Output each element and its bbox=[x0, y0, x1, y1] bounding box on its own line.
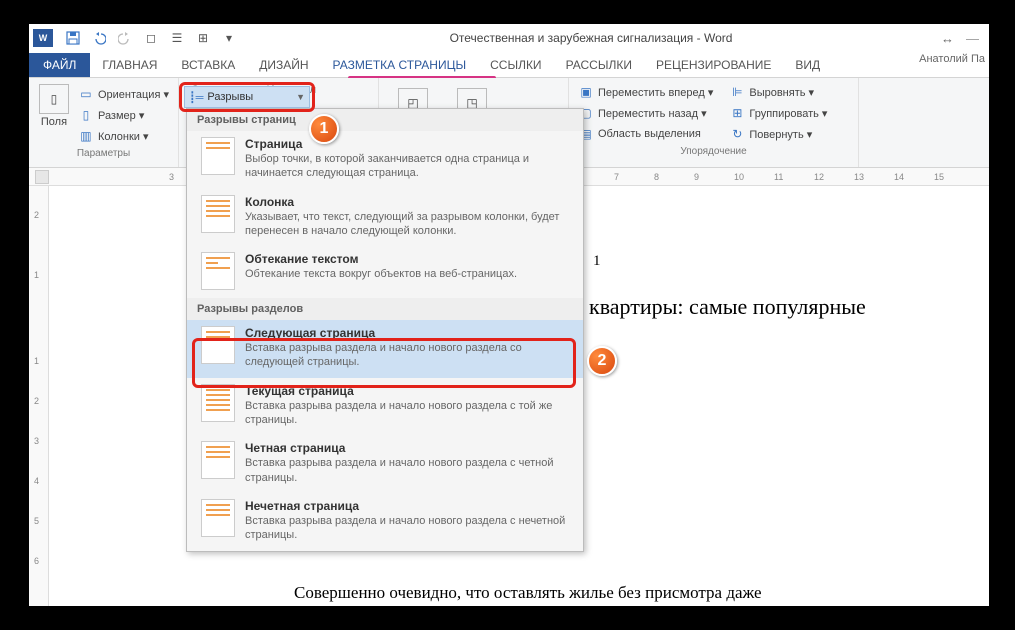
tab-design[interactable]: ДИЗАЙН bbox=[247, 54, 320, 77]
rotate-button[interactable]: ↻Повернуть ▾ bbox=[726, 124, 830, 144]
ruler-corner bbox=[35, 170, 49, 184]
save-icon[interactable] bbox=[61, 27, 85, 49]
odd-page-icon bbox=[201, 499, 235, 537]
columns-icon: ▥ bbox=[78, 128, 94, 144]
break-odd-page-item[interactable]: Нечетная страница Вставка разрыва раздел… bbox=[187, 493, 583, 551]
doc-page-number: 1 bbox=[593, 253, 601, 270]
tab-page-layout[interactable]: РАЗМЕТКА СТРАНИЦЫ bbox=[321, 54, 479, 77]
redo-icon[interactable] bbox=[113, 27, 137, 49]
tab-references[interactable]: ССЫЛКИ bbox=[478, 54, 553, 77]
columns-button[interactable]: ▥Колонки ▾ bbox=[75, 126, 172, 146]
align-icon: ⊫ bbox=[729, 84, 745, 100]
tab-file[interactable]: ФАЙЛ bbox=[29, 53, 90, 77]
section-breaks-header: Разрывы разделов bbox=[187, 298, 583, 320]
next-page-icon bbox=[201, 326, 235, 364]
doc-heading: квартиры: самые популярные bbox=[589, 294, 866, 320]
margins-button[interactable]: ▯ Поля bbox=[35, 80, 73, 146]
tab-view[interactable]: ВИД bbox=[783, 54, 832, 77]
callout-1: 1 bbox=[309, 114, 339, 144]
send-backward-button[interactable]: ▢Переместить назад ▾ bbox=[575, 103, 716, 123]
tab-home[interactable]: ГЛАВНАЯ bbox=[90, 54, 169, 77]
textwrap-break-icon bbox=[201, 252, 235, 290]
word-app-icon: W bbox=[33, 29, 53, 47]
size-button[interactable]: ▯Размер ▾ bbox=[75, 105, 172, 125]
even-page-icon bbox=[201, 441, 235, 479]
break-page-item[interactable]: Страница Выбор точки, в которой заканчив… bbox=[187, 131, 583, 189]
orientation-button[interactable]: ▭Ориентация ▾ bbox=[75, 84, 172, 104]
break-column-item[interactable]: Колонка Указывает, что текст, следующий … bbox=[187, 189, 583, 247]
undo-icon[interactable] bbox=[87, 27, 111, 49]
chevron-down-icon: ▼ bbox=[296, 92, 305, 102]
bring-forward-button[interactable]: ▣Переместить вперед ▾ bbox=[575, 82, 716, 102]
break-next-page-item[interactable]: Следующая страница Вставка разрыва разде… bbox=[187, 320, 583, 378]
tab-review[interactable]: РЕЦЕНЗИРОВАНИЕ bbox=[644, 54, 783, 77]
document-title: Отечественная и зарубежная сигнализация … bbox=[241, 31, 941, 45]
qat-icon-4[interactable]: ◻ bbox=[139, 27, 163, 49]
doc-body: Совершенно очевидно, что оставлять жилье… bbox=[294, 583, 762, 603]
breaks-button[interactable]: ┋═ Разрывы ▼ bbox=[184, 86, 310, 108]
group-icon: ⊞ bbox=[729, 105, 745, 121]
forward-icon: ▣ bbox=[578, 84, 594, 100]
breaks-label: Разрывы bbox=[207, 91, 253, 103]
tab-mailings[interactable]: РАССЫЛКИ bbox=[554, 54, 644, 77]
qat-icon-5[interactable]: ☰ bbox=[165, 27, 189, 49]
minimize-icon[interactable]: — bbox=[966, 31, 979, 46]
break-text-wrapping-item[interactable]: Обтекание текстом Обтекание текста вокру… bbox=[187, 246, 583, 298]
breaks-icon: ┋═ bbox=[189, 91, 203, 104]
qat-icon-7[interactable]: ▾ bbox=[217, 27, 241, 49]
margins-icon: ▯ bbox=[39, 84, 69, 114]
breaks-dropdown: Разрывы страниц Страница Выбор точки, в … bbox=[186, 108, 584, 552]
arrange-group-label: Упорядочение bbox=[575, 144, 852, 157]
page-break-icon bbox=[201, 137, 235, 175]
break-even-page-item[interactable]: Четная страница Вставка разрыва раздела … bbox=[187, 435, 583, 493]
margins-label: Поля bbox=[41, 116, 67, 128]
page-breaks-header: Разрывы страниц bbox=[187, 109, 583, 131]
qat-icon-6[interactable]: ⊞ bbox=[191, 27, 215, 49]
group-button[interactable]: ⊞Группировать ▾ bbox=[726, 103, 830, 123]
callout-2: 2 bbox=[587, 346, 617, 376]
selection-pane-button[interactable]: ▤Область выделения bbox=[575, 124, 716, 144]
orientation-icon: ▭ bbox=[78, 86, 94, 102]
page-setup-group-label: Параметры bbox=[35, 146, 172, 159]
vertical-ruler[interactable]: 2 1 1 2 3 4 5 6 bbox=[29, 186, 49, 606]
size-icon: ▯ bbox=[78, 107, 94, 123]
rotate-icon: ↻ bbox=[729, 126, 745, 142]
break-continuous-item[interactable]: Текущая страница Вставка разрыва раздела… bbox=[187, 378, 583, 436]
align-button[interactable]: ⊫Выровнять ▾ bbox=[726, 82, 830, 102]
tab-insert[interactable]: ВСТАВКА bbox=[169, 54, 247, 77]
user-name: Анатолий Па bbox=[919, 53, 989, 65]
continuous-icon bbox=[201, 384, 235, 422]
ribbon-options-icon[interactable]: ↔ bbox=[941, 31, 954, 46]
column-break-icon bbox=[201, 195, 235, 233]
